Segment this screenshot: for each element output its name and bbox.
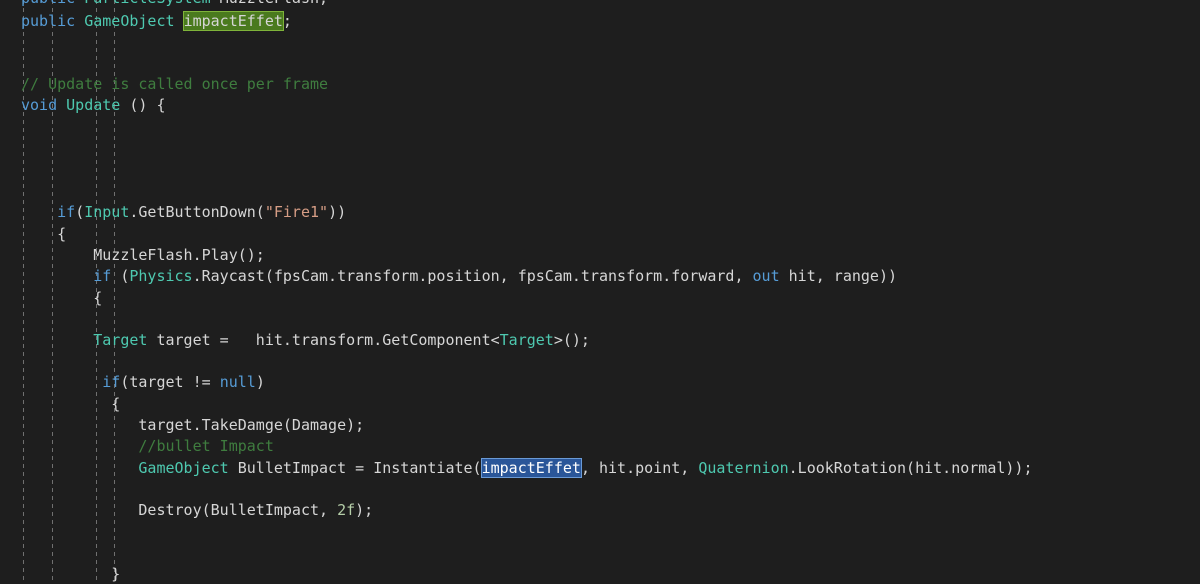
- code-token: "Fire1": [264, 203, 329, 221]
- code-token: out: [752, 267, 780, 285]
- code-line[interactable]: [0, 159, 1200, 180]
- code-token: Target: [499, 331, 554, 349]
- code-token: Physics: [129, 267, 193, 285]
- code-line[interactable]: [0, 309, 1200, 330]
- code-token: {: [21, 225, 67, 243]
- code-token: (: [111, 267, 130, 285]
- code-line[interactable]: [0, 479, 1200, 500]
- code-token: BulletImpact = Instantiate(: [228, 459, 482, 477]
- code-token: Quaternion: [698, 459, 789, 477]
- code-line[interactable]: [0, 117, 1200, 138]
- code-line[interactable]: if (Physics.Raycast(fpsCam.transform.pos…: [0, 266, 1200, 287]
- code-token: , hit.point,: [580, 459, 699, 477]
- code-token: >();: [553, 331, 590, 349]
- code-line[interactable]: {: [0, 288, 1200, 309]
- code-token: public: [21, 0, 75, 7]
- code-token: if: [93, 267, 112, 285]
- code-token: () {: [120, 96, 166, 114]
- code-token: MuzzleFlash;: [211, 0, 328, 7]
- code-token: .GetButtonDown(: [129, 203, 265, 221]
- code-token: ;: [282, 12, 292, 30]
- code-line[interactable]: [0, 543, 1200, 564]
- code-token: ParticleSystem: [84, 0, 210, 7]
- code-token: {: [21, 289, 103, 307]
- code-token: (: [75, 203, 85, 221]
- code-token: hit, range)): [779, 267, 898, 285]
- code-token: 2f: [337, 501, 356, 519]
- code-line[interactable]: Destroy(BulletImpact, 2f);: [0, 500, 1200, 521]
- code-token: }: [21, 565, 121, 583]
- highlighted-symbol-occurrence[interactable]: impactEffet: [182, 11, 284, 31]
- code-token: GameObject: [138, 459, 229, 477]
- code-token: target.TakeDamge(Damage);: [21, 416, 365, 434]
- code-line[interactable]: MuzzleFlash.Play();: [0, 245, 1200, 266]
- code-token: {: [21, 395, 121, 413]
- code-token: .LookRotation(hit.normal));: [788, 459, 1033, 477]
- code-line[interactable]: public ParticleSystem MuzzleFlash;: [0, 0, 1200, 9]
- code-token: MuzzleFlash.Play();: [21, 246, 265, 264]
- code-line[interactable]: [0, 181, 1200, 202]
- code-line[interactable]: // Update is called once per frame: [0, 74, 1200, 95]
- code-line[interactable]: void Update () {: [0, 95, 1200, 116]
- code-token: )): [328, 203, 347, 221]
- code-line[interactable]: [0, 522, 1200, 543]
- code-token: ): [255, 373, 265, 391]
- code-token: // Update is called once per frame: [21, 75, 329, 93]
- code-line[interactable]: //bullet Impact: [0, 436, 1200, 457]
- code-token: (target !=: [120, 373, 220, 391]
- code-line[interactable]: target.TakeDamge(Damage);: [0, 415, 1200, 436]
- code-token: if: [102, 373, 121, 391]
- code-token: //bullet Impact: [138, 437, 274, 455]
- code-line[interactable]: [0, 138, 1200, 159]
- selected-symbol-occurrence[interactable]: impactEffet: [480, 458, 582, 478]
- code-token: Update: [66, 96, 121, 114]
- code-token: GameObject: [84, 12, 175, 30]
- code-line[interactable]: [0, 53, 1200, 74]
- code-token: Destroy(BulletImpact,: [21, 501, 338, 519]
- code-line[interactable]: [0, 351, 1200, 372]
- code-token: null: [219, 373, 256, 391]
- code-token: void: [21, 96, 58, 114]
- code-token: );: [355, 501, 374, 519]
- code-line[interactable]: if(Input.GetButtonDown("Fire1")): [0, 202, 1200, 223]
- code-line[interactable]: {: [0, 394, 1200, 415]
- code-token: if: [57, 203, 76, 221]
- code-token: Target: [93, 331, 148, 349]
- code-editor-pane[interactable]: public ParticleSystem MuzzleFlash;public…: [0, 0, 1200, 584]
- code-line[interactable]: public GameObject impactEffet;: [0, 11, 1200, 32]
- code-token: Input: [84, 203, 130, 221]
- code-token: target = hit.transform.GetComponent<: [147, 331, 500, 349]
- code-line[interactable]: if(target != null): [0, 372, 1200, 393]
- code-line[interactable]: {: [0, 224, 1200, 245]
- code-line[interactable]: }: [0, 564, 1200, 584]
- code-line[interactable]: GameObject BulletImpact = Instantiate(im…: [0, 458, 1200, 479]
- code-line[interactable]: Target target = hit.transform.GetCompone…: [0, 330, 1200, 351]
- code-token: .Raycast(fpsCam.transform.position, fpsC…: [192, 267, 753, 285]
- code-token: public: [21, 12, 76, 30]
- code-line[interactable]: [0, 32, 1200, 53]
